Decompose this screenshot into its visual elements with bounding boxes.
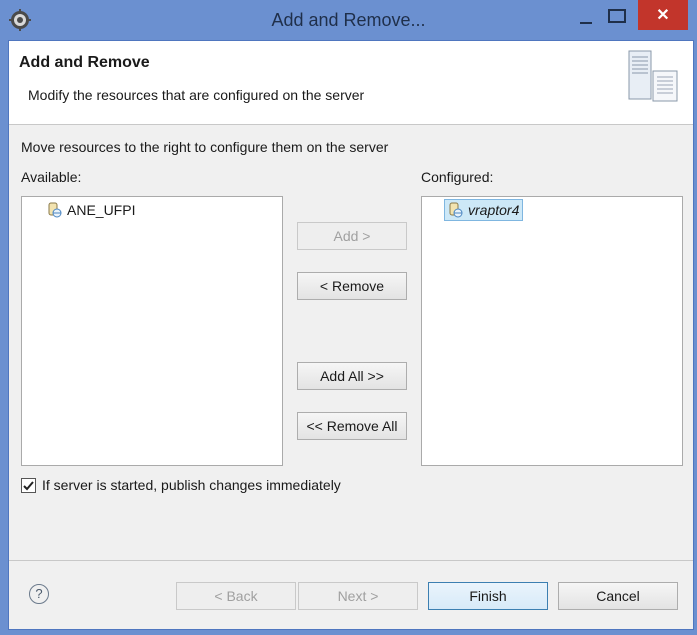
configured-label: Configured: [421, 169, 494, 185]
server-icon [628, 50, 678, 102]
publish-label: If server is started, publish changes im… [42, 477, 341, 493]
close-button[interactable]: ✕ [638, 0, 688, 30]
next-button[interactable]: Next > [298, 582, 418, 610]
publish-checkbox[interactable] [21, 477, 36, 493]
list-item[interactable]: ANE_UFPI [46, 200, 135, 220]
back-button[interactable]: < Back [176, 582, 296, 610]
help-icon[interactable]: ? [29, 584, 49, 604]
dialog-window: Add and Remove... ✕ Add and Remove Modif… [0, 0, 697, 635]
instructions-text: Move resources to the right to configure… [21, 139, 389, 155]
list-item[interactable]: vraptor4 [444, 199, 524, 221]
minimize-icon[interactable] [576, 12, 596, 26]
available-label: Available: [21, 169, 82, 185]
title-bar[interactable]: Add and Remove... ✕ [0, 0, 697, 40]
footer-divider [9, 560, 693, 561]
remove-button[interactable]: < Remove [297, 272, 407, 300]
item-label: ANE_UFPI [67, 202, 136, 218]
finish-button[interactable]: Finish [428, 582, 548, 610]
web-project-icon [449, 202, 463, 218]
page-description: Modify the resources that are configured… [28, 87, 365, 103]
wizard-header: Add and Remove Modify the resources that… [9, 41, 693, 125]
item-label: vraptor4 [468, 202, 520, 218]
maximize-icon[interactable] [608, 9, 626, 23]
available-list[interactable]: ANE_UFPI [21, 196, 283, 466]
configured-list[interactable]: vraptor4 [421, 196, 683, 466]
remove-all-button[interactable]: << Remove All [297, 412, 407, 440]
publish-option[interactable]: If server is started, publish changes im… [21, 477, 341, 493]
checkmark-icon [23, 480, 34, 490]
page-title: Add and Remove [19, 54, 150, 71]
add-all-button[interactable]: Add All >> [297, 362, 407, 390]
cancel-button[interactable]: Cancel [558, 582, 678, 610]
web-project-icon [48, 202, 62, 218]
add-button[interactable]: Add > [297, 222, 407, 250]
dialog-body: Add and Remove Modify the resources that… [8, 40, 694, 630]
